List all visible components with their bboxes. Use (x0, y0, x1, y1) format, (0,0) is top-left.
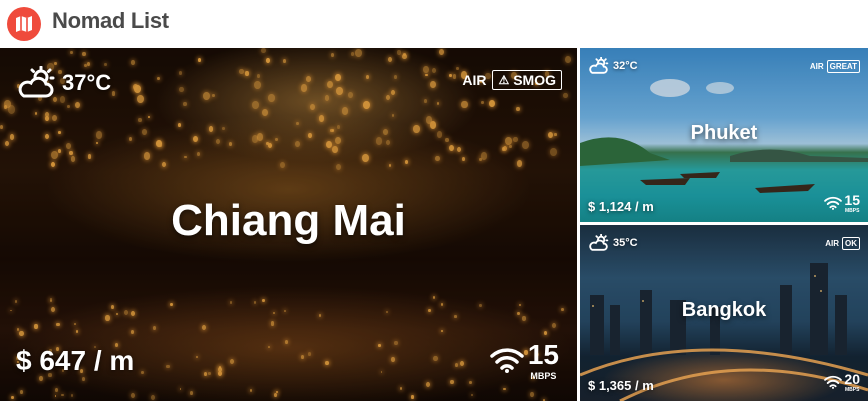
wifi-icon (490, 348, 524, 373)
air-status: SMOG (513, 72, 556, 88)
wifi-icon (824, 375, 843, 389)
cloud-sun-icon (589, 234, 609, 251)
weather: 35°C (588, 234, 638, 252)
air-label: AIR (462, 72, 487, 88)
cloud-sun-icon (18, 66, 55, 98)
wifi-speed: 20 (844, 371, 860, 387)
city-name: Bangkok (681, 299, 767, 321)
app-title[interactable]: Nomad List (52, 8, 169, 34)
city-card-phuket[interactable]: 32°C AIR GREAT Phuket $ 1,124 / m 15 MBP… (580, 48, 868, 222)
wifi-unit: MBPS (844, 387, 860, 393)
app-header: Nomad List (0, 0, 868, 46)
air-quality: AIR OK (825, 237, 860, 250)
weather: 37°C (16, 66, 111, 100)
air-status-badge: OK (842, 237, 860, 250)
air-label: AIR (825, 239, 839, 248)
cloud-sun-icon (589, 57, 609, 74)
warning-icon: ⚠ (498, 73, 510, 87)
city-name: Chiang Mai (171, 196, 406, 245)
weather: 32°C (588, 57, 638, 75)
wifi-speed: 15 (527, 339, 559, 370)
internet-speed: 20 MBPS (824, 372, 860, 393)
wifi-speed: 15 (844, 192, 860, 208)
wifi-unit: MBPS (844, 208, 860, 214)
city-name: Phuket (690, 122, 758, 144)
temperature: 32°C (613, 60, 638, 72)
cost-of-living: $ 647 / m (16, 345, 135, 376)
map-icon[interactable] (7, 7, 41, 41)
temperature: 37°C (62, 70, 112, 95)
wifi-icon (824, 196, 843, 210)
internet-speed: 15 MBPS (490, 341, 559, 381)
cost-of-living: $ 1,365 / m (588, 378, 654, 393)
air-quality: AIR ⚠ SMOG (462, 70, 562, 90)
air-status: GREAT (829, 62, 857, 71)
city-card-bangkok[interactable]: 35°C AIR OK Bangkok $ 1,365 / m 20 MBPS (580, 225, 868, 401)
air-label: AIR (809, 62, 824, 71)
air-quality: AIR GREAT (810, 60, 860, 73)
city-card-chiang-mai[interactable]: 37°C AIR ⚠ SMOG Chiang Mai $ 647 / m 15 … (0, 48, 577, 401)
internet-speed: 15 MBPS (824, 193, 860, 214)
air-status-badge: ⚠ SMOG (492, 70, 562, 90)
wifi-unit: MBPS (530, 371, 557, 381)
cost-of-living: $ 1,124 / m (588, 199, 654, 214)
temperature: 35°C (613, 237, 638, 249)
air-status-badge: GREAT (826, 60, 860, 73)
air-status: OK (845, 239, 857, 248)
